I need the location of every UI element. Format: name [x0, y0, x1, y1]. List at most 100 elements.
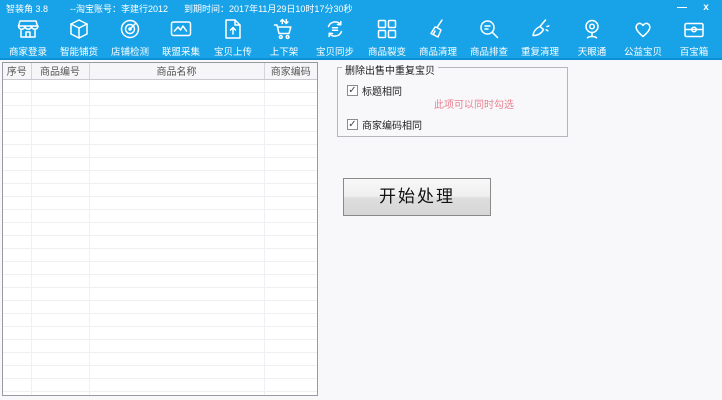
toolbar-label: 公益宝贝: [624, 46, 663, 58]
column-header-product-name[interactable]: 商品名称: [89, 63, 265, 80]
table-row[interactable]: [3, 170, 317, 184]
toolbar-item-item-inspect[interactable]: 商品排查: [464, 17, 514, 58]
toolbar-label: 宝贝同步: [316, 46, 355, 58]
table-row[interactable]: [3, 196, 317, 210]
option-merchant-code-same[interactable]: ✓ 商家编码相同: [347, 117, 422, 132]
table-cell: [31, 274, 90, 288]
table-row[interactable]: [3, 274, 317, 288]
table-cell: [3, 313, 32, 327]
table-cell: [31, 391, 90, 395]
toolbar-item-sky-eye[interactable]: 天眼通: [567, 17, 617, 58]
table-cell: [264, 183, 317, 197]
package-icon: [67, 17, 91, 41]
upload-document-icon: [221, 17, 245, 41]
table-row[interactable]: [3, 352, 317, 366]
radar-icon: [118, 17, 142, 41]
webcam-icon: [580, 17, 604, 41]
minimize-button[interactable]: —: [670, 0, 694, 16]
table-cell: [31, 209, 90, 223]
table-cell: [89, 261, 265, 275]
table-cell: [264, 378, 317, 392]
table-cell: [3, 300, 32, 314]
treasure-box-icon: [682, 17, 706, 41]
close-button[interactable]: x: [694, 0, 718, 16]
table-cell: [264, 157, 317, 171]
column-header-product-id[interactable]: 商品编号: [31, 63, 90, 80]
table-row[interactable]: [3, 235, 317, 249]
table-row[interactable]: [3, 105, 317, 119]
table-cell: [3, 248, 32, 262]
table-row[interactable]: [3, 391, 317, 395]
title-same-label: 标题相同: [362, 87, 402, 98]
table-row[interactable]: [3, 118, 317, 132]
brush-icon: [528, 17, 552, 41]
toolbar-item-treasure-box[interactable]: 百宝箱: [669, 17, 719, 58]
table-row[interactable]: [3, 339, 317, 353]
table-cell: [89, 339, 265, 353]
table-cell: [89, 79, 265, 93]
table-row[interactable]: [3, 79, 317, 93]
table-row[interactable]: [3, 326, 317, 340]
table-row[interactable]: [3, 222, 317, 236]
table-cell: [264, 287, 317, 301]
table-cell: [264, 118, 317, 132]
toolbar-item-merchant-login[interactable]: 商家登录: [3, 17, 53, 58]
table-cell: [89, 352, 265, 366]
toolbar-item-item-clean[interactable]: 商品清理: [413, 17, 463, 58]
option-title-same[interactable]: ✓ 标题相同: [347, 83, 402, 98]
table-cell: [89, 144, 265, 158]
table-cell: [89, 170, 265, 184]
merchant-code-same-checkbox[interactable]: ✓: [347, 119, 358, 130]
toolbar-item-shelf-updown[interactable]: 上下架: [259, 17, 309, 58]
table-cell: [3, 261, 32, 275]
merchant-code-same-label: 商家编码相同: [362, 121, 422, 132]
toolbar-item-item-sync[interactable]: 宝贝同步: [310, 17, 360, 58]
table-cell: [3, 365, 32, 379]
table-cell: [89, 92, 265, 106]
table-row[interactable]: [3, 365, 317, 379]
column-header-index[interactable]: 序号: [3, 63, 32, 80]
table-cell: [89, 235, 265, 249]
title-same-checkbox[interactable]: ✓: [347, 85, 358, 96]
title-bar: 智装角 3.8 --淘宝账号：李建行2012 到期时间：2017年11月29日1…: [0, 0, 722, 16]
toolbar-item-duplicate-clean[interactable]: 重复清理: [515, 17, 565, 58]
table-row[interactable]: [3, 209, 317, 223]
start-processing-button[interactable]: 开始处理: [343, 178, 491, 216]
column-header-merchant-code[interactable]: 商家编码: [264, 63, 317, 80]
table-cell: [3, 235, 32, 249]
table-row[interactable]: [3, 157, 317, 171]
table-row[interactable]: [3, 378, 317, 392]
table-cell: [31, 144, 90, 158]
toolbar-item-item-fission[interactable]: 商品裂变: [362, 17, 412, 58]
table-row[interactable]: [3, 131, 317, 145]
table-row[interactable]: [3, 144, 317, 158]
table-row[interactable]: [3, 248, 317, 262]
table-cell: [264, 222, 317, 236]
table-cell: [31, 170, 90, 184]
table-row[interactable]: [3, 313, 317, 327]
toolbar-item-smart-stock[interactable]: 智能铺货: [54, 17, 104, 58]
table-cell: [89, 287, 265, 301]
toolbar-label: 上下架: [269, 46, 299, 58]
table-cell: [31, 248, 90, 262]
table-cell: [3, 144, 32, 158]
table-row[interactable]: [3, 287, 317, 301]
table-cell: [89, 157, 265, 171]
toolbar-item-item-upload[interactable]: 宝贝上传: [208, 17, 258, 58]
storefront-icon: [16, 17, 40, 41]
table-cell: [3, 391, 32, 395]
table-cell: [264, 365, 317, 379]
table-row[interactable]: [3, 261, 317, 275]
table-row[interactable]: [3, 300, 317, 314]
toolbar-item-alliance-collect[interactable]: 联盟采集: [156, 17, 206, 58]
table-cell: [31, 235, 90, 249]
table-cell: [89, 300, 265, 314]
toolbar-item-charity-items[interactable]: 公益宝贝: [618, 17, 668, 58]
table-cell: [264, 144, 317, 158]
table-cell: [89, 365, 265, 379]
table-row[interactable]: [3, 183, 317, 197]
toolbar-item-shop-check[interactable]: 店铺检测: [105, 17, 155, 58]
table-cell: [31, 157, 90, 171]
table-row[interactable]: [3, 92, 317, 106]
product-table[interactable]: 序号 商品编号 商品名称 商家编码: [2, 62, 318, 396]
